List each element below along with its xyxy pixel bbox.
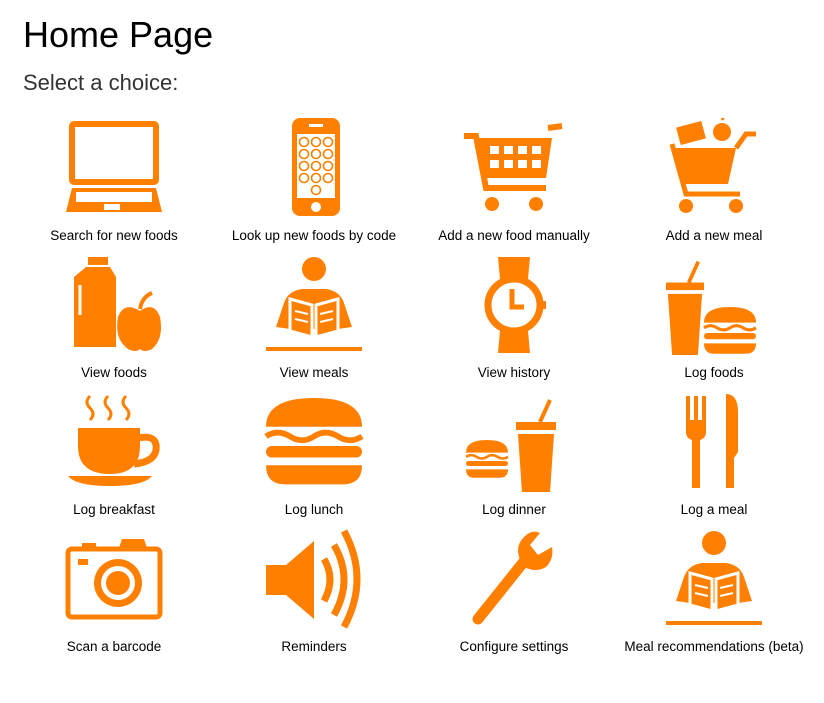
choice-log-foods[interactable]: Log foods — [614, 255, 814, 392]
wrench-icon — [472, 531, 553, 625]
choice-label: Log dinner — [482, 502, 546, 517]
choice-label: Log foods — [684, 365, 744, 380]
choice-label: View meals — [279, 365, 349, 380]
choice-search-for-new-foods[interactable]: Search for new foods — [14, 118, 214, 255]
milk-apple-icon — [74, 257, 161, 351]
choice-label: Log breakfast — [73, 502, 155, 517]
fork-knife-icon — [686, 394, 738, 488]
watch-icon — [484, 257, 546, 353]
grocery-cart-icon — [669, 118, 756, 213]
choice-look-up-new-foods-by-code[interactable]: Look up new foods by code — [214, 118, 414, 255]
choice-label: Add a new food manually — [438, 228, 590, 243]
choice-label: Add a new meal — [665, 228, 763, 243]
choice-view-history[interactable]: View history — [414, 255, 614, 392]
choice-log-breakfast[interactable]: Log breakfast — [14, 392, 214, 529]
choice-view-meals[interactable]: View meals — [214, 255, 414, 392]
choice-meal-recommendations-beta[interactable]: Meal recommendations (beta) — [614, 529, 814, 666]
choice-label: Reminders — [281, 639, 347, 654]
choice-scan-a-barcode[interactable]: Scan a barcode — [14, 529, 214, 666]
reader-icon — [266, 257, 362, 351]
choice-label: Configure settings — [459, 639, 569, 654]
speaker-icon — [266, 529, 361, 629]
page-subtitle: Select a choice: — [23, 70, 179, 95]
choice-grid: Search for new foods Look up new foods by… — [14, 118, 814, 666]
coffee-cup-icon — [68, 394, 160, 486]
choice-log-a-meal[interactable]: Log a meal — [614, 392, 814, 529]
laptop-icon — [66, 121, 162, 212]
page-title: Home Page — [23, 14, 214, 55]
reader-icon — [666, 531, 762, 625]
choice-label: View foods — [81, 365, 147, 380]
drink-burger-icon — [666, 260, 757, 355]
burger-drink-icon — [465, 399, 556, 492]
choice-label: View history — [477, 365, 551, 380]
choice-view-foods[interactable]: View foods — [14, 255, 214, 392]
shopping-cart-icon — [464, 123, 563, 211]
choice-label: Search for new foods — [50, 228, 178, 243]
choice-label: Log lunch — [284, 502, 344, 517]
camera-icon — [65, 539, 163, 620]
choice-add-a-new-meal[interactable]: Add a new meal — [614, 118, 814, 255]
choice-add-a-new-food-manually[interactable]: Add a new food manually — [414, 118, 614, 255]
choice-configure-settings[interactable]: Configure settings — [414, 529, 614, 666]
choice-label: Log a meal — [680, 502, 748, 517]
choice-label: Meal recommendations (beta) — [624, 639, 804, 654]
choice-log-dinner[interactable]: Log dinner — [414, 392, 614, 529]
burger-icon — [264, 398, 364, 485]
choice-log-lunch[interactable]: Log lunch — [214, 392, 414, 529]
choice-reminders[interactable]: Reminders — [214, 529, 414, 666]
phone-keypad-icon — [292, 118, 340, 216]
choice-label: Scan a barcode — [66, 639, 162, 654]
choice-label: Look up new foods by code — [231, 228, 397, 243]
